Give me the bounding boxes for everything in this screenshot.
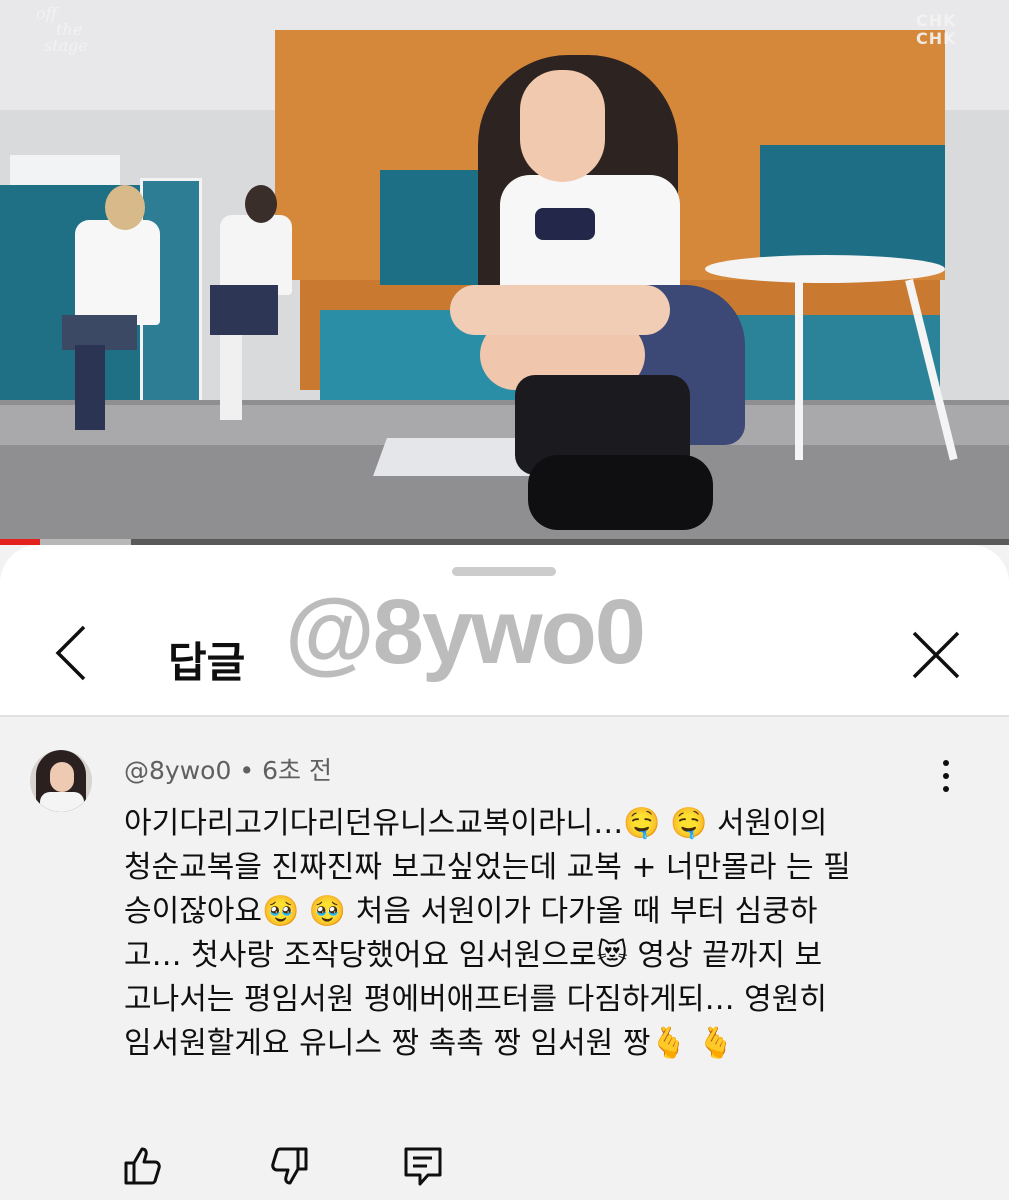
channel-logo: off the stage — [36, 6, 106, 54]
comment-text: 아기다리고기다리던유니스교복이라니…🤤 🤤 서원이의 청순교복을 진짜진짜 보고… — [124, 802, 964, 1066]
more-dot — [943, 786, 949, 792]
comment-time: 6초 전 — [262, 756, 332, 785]
comment-line: 고… 첫사랑 조작당했어요 임서원으로😻 영상 끝까지 보 — [124, 938, 823, 973]
background-person — [75, 345, 105, 430]
channel-logo-text: stage — [44, 36, 88, 55]
more-dot — [943, 760, 949, 766]
scene-table-leg — [795, 280, 803, 460]
divider — [0, 715, 1009, 717]
main-person — [528, 455, 713, 530]
background-person — [75, 220, 160, 325]
comment-author[interactable]: @8ywo0 — [124, 756, 231, 785]
dislike-button[interactable] — [266, 1143, 312, 1189]
main-person — [450, 285, 670, 335]
broadcaster-logo: CHK CHK — [916, 11, 957, 48]
more-dot — [943, 773, 949, 779]
reply-icon — [404, 1147, 442, 1186]
avatar-face — [50, 762, 74, 792]
chevron-left-icon — [55, 625, 86, 681]
back-button[interactable] — [48, 623, 98, 683]
main-person — [520, 70, 605, 182]
meta-separator: • — [239, 756, 255, 785]
background-person — [245, 185, 277, 223]
sheet-header: @8ywo0 답글 — [0, 545, 1009, 717]
avatar[interactable] — [30, 750, 92, 812]
like-icon — [124, 1147, 161, 1185]
close-icon — [912, 631, 960, 679]
reply-button[interactable] — [400, 1143, 446, 1189]
sheet-title: 답글 — [168, 638, 246, 687]
scene-cabinet — [760, 145, 945, 270]
comment-line: 청순교복을 진짜진짜 보고싶었는데 교복 + 너만몰라 는 필 — [124, 850, 851, 885]
progress-fill[interactable] — [0, 539, 41, 545]
comment-actions — [120, 1143, 450, 1189]
avatar-shirt — [40, 792, 84, 812]
background-person — [105, 185, 145, 230]
background-person — [220, 215, 292, 295]
like-button[interactable] — [120, 1143, 166, 1189]
more-options-button[interactable] — [935, 760, 957, 804]
comment-line: 아기다리고기다리던유니스교복이라니…🤤 🤤 서원이의 — [124, 806, 828, 841]
comment-line: 임서원할게요 유니스 짱 촉촉 짱 임서원 짱🫰 🫰 — [124, 1026, 735, 1061]
comment-meta: @8ywo0 • 6초 전 — [124, 751, 332, 787]
replies-sheet: @8ywo0 답글 @8ywo0 • 6초 전 아기다리고기다리던유니스교복이라니…… — [0, 545, 1009, 1200]
watermark-text: @8ywo0 — [285, 581, 646, 683]
comment-line: 고나서는 평임서원 평에버애프터를 다짐하게되… 영원히 — [124, 982, 827, 1017]
main-person — [535, 208, 595, 240]
background-person — [210, 285, 278, 335]
drag-handle[interactable] — [452, 567, 556, 576]
comment-line: 승이잖아요🥹 🥹 처음 서원이가 다가올 때 부터 심쿵하 — [124, 894, 818, 929]
close-button[interactable] — [906, 625, 966, 685]
video-player[interactable]: off the stage CHK CHK — [0, 0, 1009, 545]
dislike-icon — [271, 1147, 308, 1185]
background-person — [220, 335, 242, 420]
